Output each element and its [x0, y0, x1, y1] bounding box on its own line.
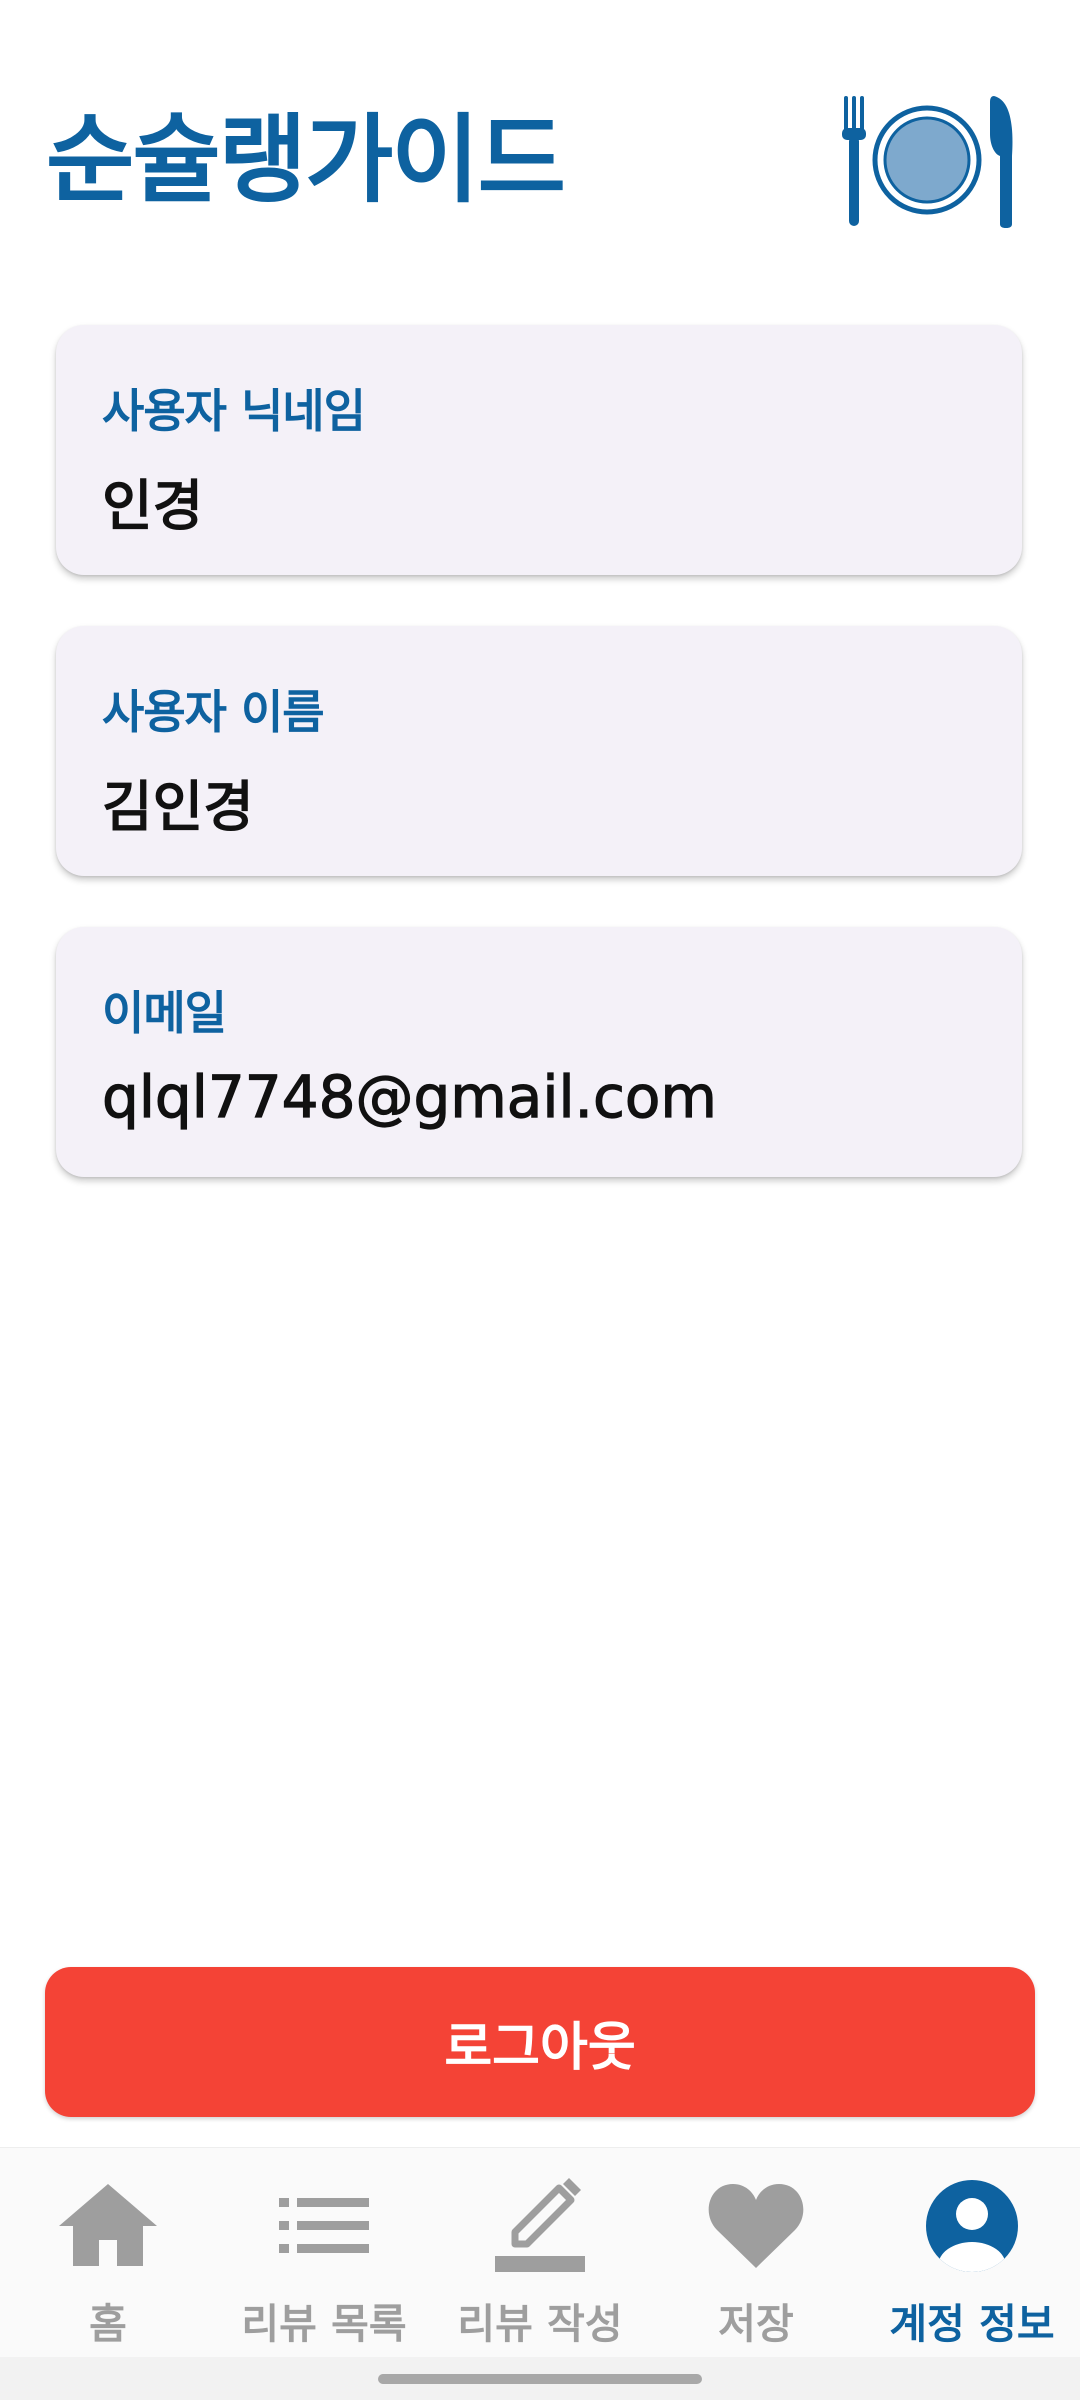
nav-label-write-review: 리뷰 작성 [457, 2300, 623, 2348]
nav-item-write-review[interactable]: 리뷰 작성 [432, 2148, 648, 2358]
bottom-nav: 홈 리뷰 목록 리뷰 작성 저장 계정 정보 [0, 2147, 1080, 2358]
nav-label-home: 홈 [89, 2300, 127, 2348]
logout-button[interactable]: 로그아웃 [45, 1967, 1035, 2117]
nav-item-review-list[interactable]: 리뷰 목록 [216, 2148, 432, 2358]
name-value: 김인경 [102, 775, 254, 839]
nav-label-review-list: 리뷰 목록 [241, 2300, 407, 2348]
heart-icon [708, 2184, 804, 2268]
app-header: 순슐랭가이드 [0, 0, 1080, 290]
nav-label-saved: 저장 [718, 2300, 794, 2348]
name-card: 사용자 이름 김인경 [56, 626, 1022, 876]
account-circle-icon [926, 2180, 1018, 2272]
email-value: qlql7748@gmail.com [101, 1062, 717, 1131]
nickname-label: 사용자 닉네임 [102, 384, 366, 438]
name-label: 사용자 이름 [102, 685, 325, 739]
gesture-handle[interactable] [378, 2374, 702, 2384]
nickname-card: 사용자 닉네임 인경 [56, 325, 1022, 575]
nav-label-account: 계정 정보 [889, 2300, 1055, 2348]
nav-item-account[interactable]: 계정 정보 [864, 2148, 1080, 2358]
system-gesture-area [0, 2357, 1080, 2400]
list-icon [279, 2198, 369, 2253]
nickname-value: 인경 [102, 474, 204, 538]
nav-item-saved[interactable]: 저장 [648, 2148, 864, 2358]
nav-item-home[interactable]: 홈 [0, 2148, 216, 2358]
home-icon [59, 2184, 157, 2266]
email-label: 이메일 [102, 986, 227, 1040]
app-title: 순슐랭가이드 [46, 104, 566, 216]
email-card: 이메일 qlql7748@gmail.com [56, 927, 1022, 1177]
pencil-icon [495, 2178, 585, 2272]
plate-fork-knife-icon [842, 96, 1013, 228]
